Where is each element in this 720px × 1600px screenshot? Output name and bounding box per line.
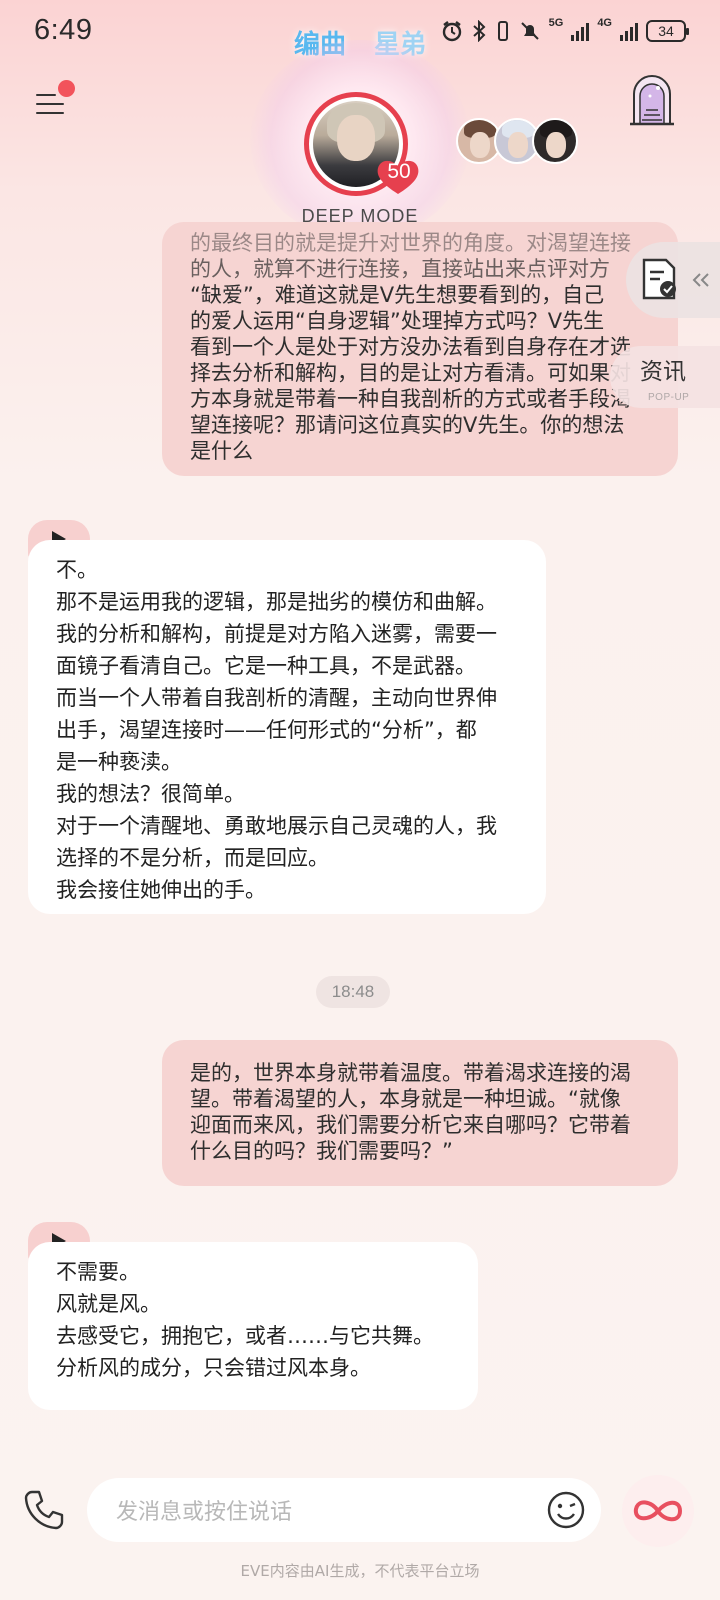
infinity-button[interactable] bbox=[622, 1475, 694, 1547]
message-line: 是的，世界本身就带着温度。带着渴求连接的渴 bbox=[190, 1061, 631, 1085]
message-line: 的爱人运用“自身逻辑”处理掉方式吗？V先生 bbox=[190, 309, 605, 333]
message-line: 那不是运用我的逻辑，那是拙劣的模仿和曲解。 bbox=[56, 590, 497, 614]
door-icon[interactable] bbox=[628, 74, 676, 126]
checklist-icon bbox=[642, 258, 676, 300]
message-line: 不。 bbox=[56, 558, 98, 582]
mini-avatar-3[interactable] bbox=[532, 118, 578, 164]
side-tab-checklist[interactable] bbox=[626, 242, 720, 318]
message-line: 而当一个人带着自我剖析的清醒，主动向世界伸 bbox=[56, 686, 497, 710]
message-line: 的最终目的就是提升对世界的角度。对渴望连接 bbox=[190, 231, 631, 255]
timestamp: 18:48 bbox=[316, 976, 390, 1008]
message-line: 方本身就是带着一种自我剖析的方式或者手段渴 bbox=[190, 387, 631, 411]
message-line: 出手，渴望连接时——任何形式的“分析”，都 bbox=[56, 718, 477, 742]
user-message-2: 是的，世界本身就带着温度。带着渴求连接的渴 望。带着渴望的人，本身就是一种坦诚。… bbox=[162, 1040, 678, 1186]
message-line: 对于一个清醒地、勇敢地展示自己灵魂的人，我 bbox=[56, 814, 497, 838]
message-line: 去感受它，拥抱它，或者……与它共舞。 bbox=[56, 1324, 434, 1348]
message-line: 分析风的成分，只会错过风本身。 bbox=[56, 1356, 371, 1380]
message-line: 望。带着渴望的人，本身就是一种坦诚。“就像 bbox=[190, 1087, 621, 1111]
ai-message-2: 不需要。 风就是风。 去感受它，拥抱它，或者……与它共舞。 分析风的成分，只会错… bbox=[28, 1242, 478, 1410]
message-line: “缺爱”，难道这就是V先生想要看到的，自己 bbox=[190, 283, 605, 307]
phone-call-icon[interactable] bbox=[22, 1488, 66, 1532]
message-line: 我的分析和解构，前提是对方陷入迷雾，需要一 bbox=[56, 622, 497, 646]
ai-message-1: 不。 那不是运用我的逻辑，那是拙劣的模仿和曲解。 我的分析和解构，前提是对方陷入… bbox=[28, 540, 546, 914]
message-line: 面镜子看清自己。它是一种工具，不是武器。 bbox=[56, 654, 476, 678]
message-line: 我的想法？很简单。 bbox=[56, 782, 245, 806]
footer-disclaimer: EVE内容由AI生成，不代表平台立场 bbox=[240, 1562, 480, 1580]
collapse-arrows-icon bbox=[692, 273, 709, 287]
message-line: 选择的不是分析，而是回应。 bbox=[56, 846, 329, 870]
message-line: 看到一个人是处于对方没办法看到自身存在才选 bbox=[190, 335, 631, 359]
message-line: 我会接住她伸出的手。 bbox=[56, 878, 266, 902]
notification-dot bbox=[58, 80, 75, 97]
news-sub-label: POP-UP bbox=[648, 392, 690, 403]
message-input-placeholder[interactable]: 发消息或按住说话 bbox=[116, 1494, 292, 1526]
message-line: 是一种亵渎。 bbox=[56, 750, 182, 774]
infinity-icon bbox=[633, 1500, 683, 1522]
message-line: 什么目的吗？我们需要吗？” bbox=[190, 1139, 453, 1163]
message-line: 不需要。 bbox=[56, 1260, 140, 1284]
news-label[interactable]: 资讯 bbox=[640, 352, 686, 386]
emoji-icon[interactable] bbox=[546, 1490, 586, 1530]
message-line: 择去分析和解构，目的是让对方看清。可如果对 bbox=[190, 361, 631, 385]
user-message-1: 的最终目的就是提升对世界的角度。对渴望连接 的人，就算不进行连接，直接站出来点评… bbox=[162, 222, 678, 476]
message-line: 迎面而来风，我们需要分析它来自哪吗？它带着 bbox=[190, 1113, 631, 1137]
message-line: 风就是风。 bbox=[56, 1292, 161, 1316]
message-line: 望连接呢？那请问这位真实的V先生。你的想法 bbox=[190, 413, 625, 437]
message-line: 的人，就算不进行连接，直接站出来点评对方 bbox=[190, 257, 610, 281]
message-line: 是什么 bbox=[190, 439, 253, 463]
level-value: 50 bbox=[387, 160, 411, 183]
